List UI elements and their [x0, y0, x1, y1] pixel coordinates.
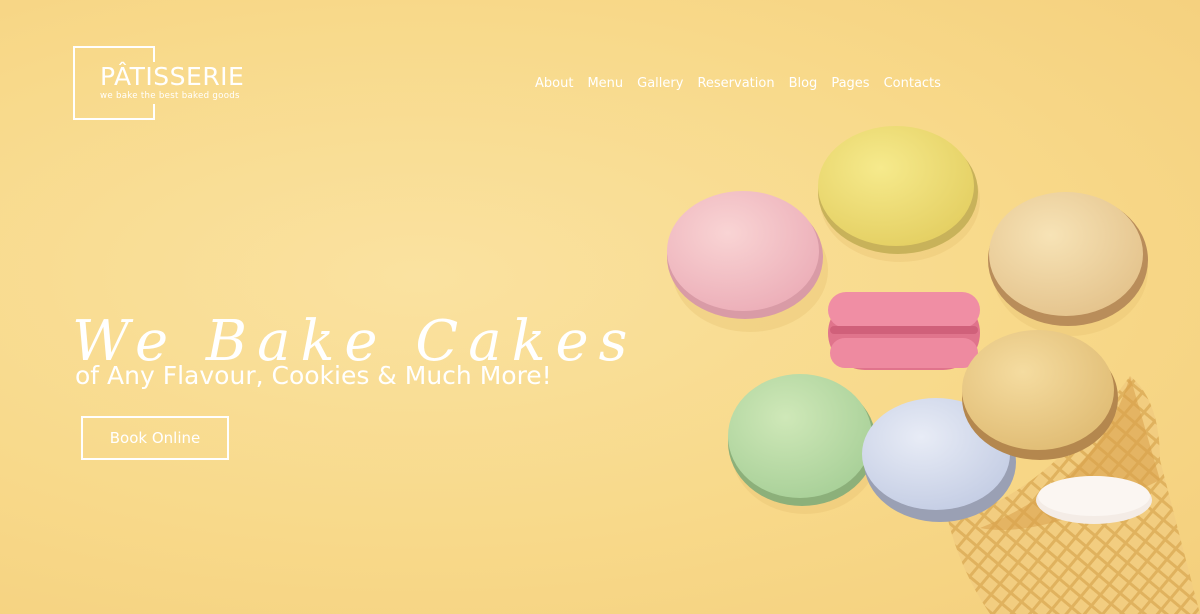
nav-item-reservation[interactable]: Reservation: [697, 76, 774, 92]
macarons-and-waffle-cone-image: [600, 100, 1200, 614]
nav-item-gallery[interactable]: Gallery: [637, 76, 683, 92]
nav-item-menu[interactable]: Menu: [587, 76, 623, 92]
book-online-button[interactable]: Book Online: [81, 416, 229, 460]
nav-item-contacts[interactable]: Contacts: [884, 76, 941, 92]
logo-title: PÂTISSERIE: [100, 62, 245, 91]
hero-subtitle: of Any Flavour, Cookies & Much More!: [75, 360, 552, 390]
nav-item-pages[interactable]: Pages: [831, 76, 869, 92]
logo-tagline: we bake the best baked goods: [100, 91, 240, 101]
nav-item-about[interactable]: About: [535, 76, 573, 92]
main-nav: About Menu Gallery Reservation Blog Page…: [535, 76, 941, 92]
nav-item-blog[interactable]: Blog: [789, 76, 818, 92]
